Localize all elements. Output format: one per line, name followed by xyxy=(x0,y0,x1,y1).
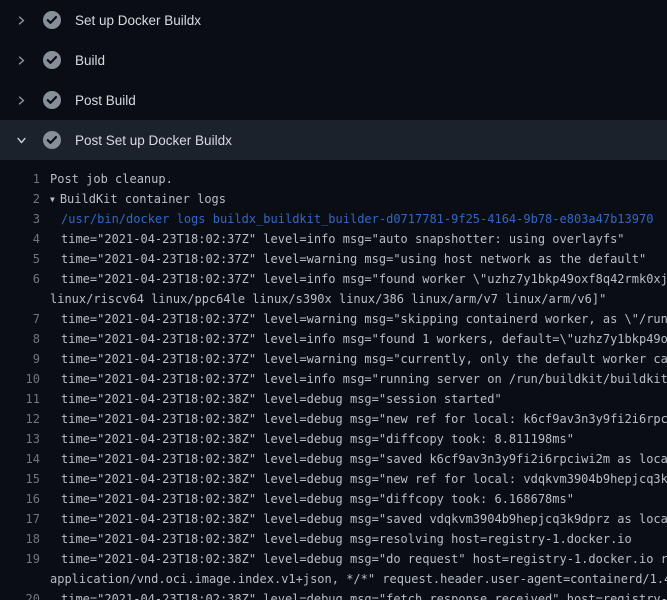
log-line-number[interactable]: 20 xyxy=(0,589,40,600)
log-line: 9 time="2021-04-23T18:02:37Z" level=warni… xyxy=(0,349,667,369)
workflow-log-viewer: Set up Docker Buildx Build Post Build Post … xyxy=(0,0,667,600)
log-text: time="2021-04-23T18:02:38Z" level=debug … xyxy=(61,589,667,600)
log-group-label[interactable]: BuildKit container logs xyxy=(60,192,226,206)
log-line: 17 time="2021-04-23T18:02:38Z" level=debu… xyxy=(0,509,667,529)
log-text: time="2021-04-23T18:02:38Z" level=debug … xyxy=(61,529,632,549)
log-line-number[interactable]: 6 xyxy=(0,269,40,289)
log-line: 10 time="2021-04-23T18:02:37Z" level=info… xyxy=(0,369,667,389)
log-text: time="2021-04-23T18:02:37Z" level=info m… xyxy=(61,229,625,249)
log-text: time="2021-04-23T18:02:38Z" level=debug … xyxy=(61,469,667,489)
log-text: time="2021-04-23T18:02:38Z" level=debug … xyxy=(61,389,502,409)
chevron-right-icon[interactable] xyxy=(13,12,29,28)
log-line-number[interactable]: 14 xyxy=(0,449,40,469)
log-line-number[interactable]: 8 xyxy=(0,329,40,349)
triangle-down-icon[interactable]: ▼ xyxy=(50,190,55,209)
log-line-number[interactable]: 19 xyxy=(0,549,40,569)
log-line-number[interactable]: 4 xyxy=(0,229,40,249)
log-text: time="2021-04-23T18:02:37Z" level=warnin… xyxy=(61,349,667,369)
check-circle-icon xyxy=(42,130,62,150)
check-circle-icon xyxy=(42,90,62,110)
log-line: 19 time="2021-04-23T18:02:38Z" level=debu… xyxy=(0,549,667,569)
log-text: time="2021-04-23T18:02:37Z" level=warnin… xyxy=(61,309,667,329)
log-area: 1 Post job cleanup. 2 ▼ BuildKit container l… xyxy=(0,160,667,600)
log-line-number xyxy=(0,569,40,589)
log-text: time="2021-04-23T18:02:38Z" level=debug … xyxy=(61,549,667,569)
log-text: time="2021-04-23T18:02:37Z" level=info m… xyxy=(61,269,667,289)
check-circle-icon xyxy=(42,10,62,30)
log-text: time="2021-04-23T18:02:38Z" level=debug … xyxy=(61,449,667,469)
log-text[interactable]: ▼ BuildKit container logs xyxy=(50,189,226,209)
log-line-number[interactable]: 7 xyxy=(0,309,40,329)
log-line: 4 time="2021-04-23T18:02:37Z" level=info … xyxy=(0,229,667,249)
log-text: time="2021-04-23T18:02:38Z" level=debug … xyxy=(61,409,667,429)
log-line-number[interactable]: 2 xyxy=(0,189,40,209)
log-line-number[interactable]: 12 xyxy=(0,409,40,429)
log-line-number[interactable]: 10 xyxy=(0,369,40,389)
log-line-number[interactable]: 18 xyxy=(0,529,40,549)
log-line-number[interactable]: 15 xyxy=(0,469,40,489)
log-line-number[interactable]: 5 xyxy=(0,249,40,269)
log-line-number[interactable]: 11 xyxy=(0,389,40,409)
log-line-number[interactable]: 3 xyxy=(0,209,40,229)
log-line: 15 time="2021-04-23T18:02:38Z" level=debu… xyxy=(0,469,667,489)
step-row-post-set-up-docker-buildx[interactable]: Post Set up Docker Buildx xyxy=(0,120,667,160)
log-line: 13 time="2021-04-23T18:02:38Z" level=debu… xyxy=(0,429,667,449)
log-text: time="2021-04-23T18:02:38Z" level=debug … xyxy=(61,429,574,449)
log-command-text: /usr/bin/docker logs buildx_buildkit_bui… xyxy=(61,209,653,229)
log-text: time="2021-04-23T18:02:37Z" level=info m… xyxy=(61,369,667,389)
step-label: Post Build xyxy=(75,93,136,108)
log-line-continuation: application/vnd.oci.image.index.v1+json,… xyxy=(0,569,667,589)
log-line: 8 time="2021-04-23T18:02:37Z" level=info … xyxy=(0,329,667,349)
log-line-number[interactable]: 13 xyxy=(0,429,40,449)
log-line: 2 ▼ BuildKit container logs xyxy=(0,189,667,209)
log-text: linux/riscv64 linux/ppc64le linux/s390x … xyxy=(50,289,606,309)
log-line: 5 time="2021-04-23T18:02:37Z" level=warni… xyxy=(0,249,667,269)
step-row-post-build[interactable]: Post Build xyxy=(0,80,667,120)
steps-list: Set up Docker Buildx Build Post Build Post … xyxy=(0,0,667,160)
log-line-number[interactable]: 16 xyxy=(0,489,40,509)
log-line: 20 time="2021-04-23T18:02:38Z" level=debu… xyxy=(0,589,667,600)
log-text: application/vnd.oci.image.index.v1+json,… xyxy=(50,569,667,589)
log-line: 18 time="2021-04-23T18:02:38Z" level=debu… xyxy=(0,529,667,549)
check-circle-icon xyxy=(42,50,62,70)
log-text: Post job cleanup. xyxy=(50,169,173,189)
log-line: 7 time="2021-04-23T18:02:37Z" level=warni… xyxy=(0,309,667,329)
log-text: time="2021-04-23T18:02:37Z" level=info m… xyxy=(61,329,667,349)
chevron-down-icon[interactable] xyxy=(13,132,29,148)
log-line-number xyxy=(0,289,40,309)
log-line-number[interactable]: 17 xyxy=(0,509,40,529)
step-row-set-up-docker-buildx[interactable]: Set up Docker Buildx xyxy=(0,0,667,40)
log-line: 11 time="2021-04-23T18:02:38Z" level=debu… xyxy=(0,389,667,409)
chevron-right-icon[interactable] xyxy=(13,92,29,108)
log-line: 16 time="2021-04-23T18:02:38Z" level=debu… xyxy=(0,489,667,509)
log-line-number[interactable]: 1 xyxy=(0,169,40,189)
log-line: 12 time="2021-04-23T18:02:38Z" level=debu… xyxy=(0,409,667,429)
log-line: 14 time="2021-04-23T18:02:38Z" level=debu… xyxy=(0,449,667,469)
chevron-right-icon[interactable] xyxy=(13,52,29,68)
log-text: time="2021-04-23T18:02:38Z" level=debug … xyxy=(61,509,667,529)
log-line-number[interactable]: 9 xyxy=(0,349,40,369)
step-row-build[interactable]: Build xyxy=(0,40,667,80)
log-line: 6 time="2021-04-23T18:02:37Z" level=info … xyxy=(0,269,667,289)
log-line-continuation: linux/riscv64 linux/ppc64le linux/s390x … xyxy=(0,289,667,309)
log-line: 1 Post job cleanup. xyxy=(0,169,667,189)
step-label: Post Set up Docker Buildx xyxy=(75,133,232,148)
log-text: time="2021-04-23T18:02:37Z" level=warnin… xyxy=(61,249,646,269)
log-text: time="2021-04-23T18:02:38Z" level=debug … xyxy=(61,489,574,509)
step-label: Build xyxy=(75,53,105,68)
log-line: 3/usr/bin/docker logs buildx_buildkit_bu… xyxy=(0,209,667,229)
step-label: Set up Docker Buildx xyxy=(75,13,201,28)
